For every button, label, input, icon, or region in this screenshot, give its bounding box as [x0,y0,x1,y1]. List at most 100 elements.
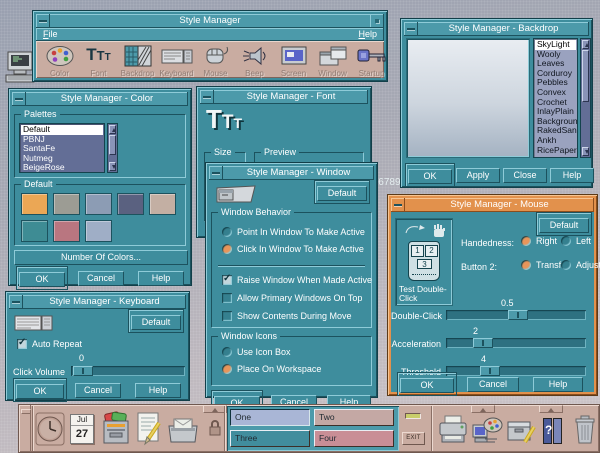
workspace-button-three[interactable]: Three [230,430,310,447]
palettes-list[interactable]: DefaultPBNJSantaFeNutmegBeigeRoseLilac [19,123,105,173]
check-show-contents[interactable]: Show Contents During Move [222,311,352,321]
radio-icon[interactable] [521,260,531,270]
scroll-down-arrow[interactable] [109,162,116,171]
sm-icon-window[interactable]: Window [313,43,352,78]
exit-button[interactable]: EXIT [402,432,425,445]
radio-icon[interactable] [222,227,232,237]
clock-icon[interactable] [35,409,65,449]
help-button[interactable]: Help [135,383,181,398]
printer-icon[interactable] [437,413,469,447]
text-editor-icon[interactable] [135,410,165,448]
lock-icon[interactable] [207,418,223,436]
slider-knob[interactable] [473,338,493,348]
style-manager-icon[interactable] [471,414,503,448]
checkbox-icon[interactable] [17,339,27,349]
apply-button[interactable]: Apply [456,168,500,183]
workspace-button-four[interactable]: Four [314,430,394,447]
default-button[interactable]: Default [539,218,589,233]
window-menu-button[interactable] [200,90,214,104]
radio-place-on-workspace[interactable]: Place On Workspace [222,364,321,374]
radio-icon[interactable] [561,236,571,246]
app-manager-icon[interactable] [505,413,537,447]
scroll-down-arrow[interactable] [582,147,589,156]
color-swatch[interactable] [21,193,48,215]
trash-icon[interactable] [571,413,599,447]
help-icon[interactable]: ? [539,414,569,448]
radio-use-icon-box[interactable]: Use Icon Box [222,347,291,357]
color-swatch[interactable] [53,220,80,242]
radio-point-in-window[interactable]: Point In Window To Make Active [222,227,365,237]
radio-icon[interactable] [521,236,531,246]
checkbox-icon[interactable] [222,275,232,285]
radio-icon[interactable] [222,244,232,254]
slider-knob[interactable] [508,310,528,320]
close-button[interactable]: Close [503,168,547,183]
radio-adjust[interactable]: Adjust [561,260,600,270]
double-click-slider[interactable] [446,310,586,320]
ok-button[interactable]: OK [19,272,65,287]
window-menu-button[interactable] [209,166,223,180]
backdrop-scrollbar[interactable] [580,38,591,158]
window-menu-button[interactable] [12,92,26,106]
default-button[interactable]: Default [317,186,367,201]
check-auto-repeat[interactable]: Auto Repeat [17,339,82,349]
number-of-colors-button[interactable]: Number Of Colors... [14,250,188,265]
sm-icon-startup[interactable]: Startup [352,43,391,78]
sm-icon-mouse[interactable]: Mouse [196,43,235,78]
palettes-scrollbar[interactable] [107,123,118,173]
check-primary-on-top[interactable]: Allow Primary Windows On Top [222,293,362,303]
checkbox-icon[interactable] [222,311,232,321]
click-volume-slider[interactable] [71,366,185,376]
backdrop-list[interactable]: SkyLightWoolyLeavesCorduroyPebblesConvex… [533,38,578,158]
slider-knob[interactable] [480,366,500,376]
color-swatch[interactable] [149,193,176,215]
color-swatch[interactable] [85,220,112,242]
acceleration-slider[interactable] [446,338,586,348]
window-menu-button[interactable] [36,14,50,28]
scroll-up-arrow[interactable] [109,125,116,134]
scroll-up-arrow[interactable] [582,40,589,49]
slider-knob[interactable] [73,366,93,376]
scroll-thumb[interactable] [582,50,589,102]
panel-handle[interactable] [19,405,31,452]
radio-click-in-window[interactable]: Click In Window To Make Active [222,244,364,254]
calendar-icon[interactable]: Jul 27 [68,411,96,447]
window-menu-button[interactable] [404,22,418,36]
color-swatch[interactable] [85,193,112,215]
subpanel-tab[interactable] [471,405,495,413]
subpanel-tab[interactable] [539,405,563,413]
window-menu-button[interactable] [9,295,23,309]
cancel-button[interactable]: Cancel [78,271,124,286]
menu-help[interactable]: Help [358,28,377,41]
help-button[interactable]: Help [550,168,594,183]
radio-icon[interactable] [222,347,232,357]
help-button[interactable]: Help [533,377,583,392]
default-button[interactable]: Default [131,315,181,330]
window-menu-button[interactable] [391,198,405,212]
radio-right[interactable]: Right [521,236,557,246]
check-raise-window[interactable]: Raise Window When Made Active [222,275,372,285]
list-item[interactable]: RicePaper [535,146,576,156]
mouse-test-area[interactable]: 1 2 3 Test Double-Click [395,218,453,306]
radio-left[interactable]: Left [561,236,591,246]
cancel-button[interactable]: Cancel [467,377,519,392]
help-button[interactable]: Help [138,271,184,286]
radio-icon[interactable] [222,364,232,374]
color-swatch[interactable] [117,193,144,215]
sm-icon-font[interactable]: TTT Font [79,43,118,78]
color-swatch[interactable] [53,193,80,215]
color-swatch[interactable] [21,220,48,242]
ok-button[interactable]: OK [408,169,452,184]
sm-icon-color[interactable]: Color [40,43,79,78]
sm-icon-keyboard[interactable]: Keyboard [157,43,196,78]
workspace-button-two[interactable]: Two [314,409,394,426]
ok-button[interactable]: OK [16,384,64,399]
mail-icon[interactable] [167,413,199,447]
window-restore-button[interactable] [370,14,384,28]
checkbox-icon[interactable] [222,293,232,303]
sm-icon-beep[interactable]: Beep [235,43,274,78]
workspace-button-one[interactable]: One [230,409,310,426]
threshold-slider[interactable] [446,366,586,376]
file-manager-icon[interactable] [100,410,132,448]
sm-icon-screen[interactable]: Screen [274,43,313,78]
